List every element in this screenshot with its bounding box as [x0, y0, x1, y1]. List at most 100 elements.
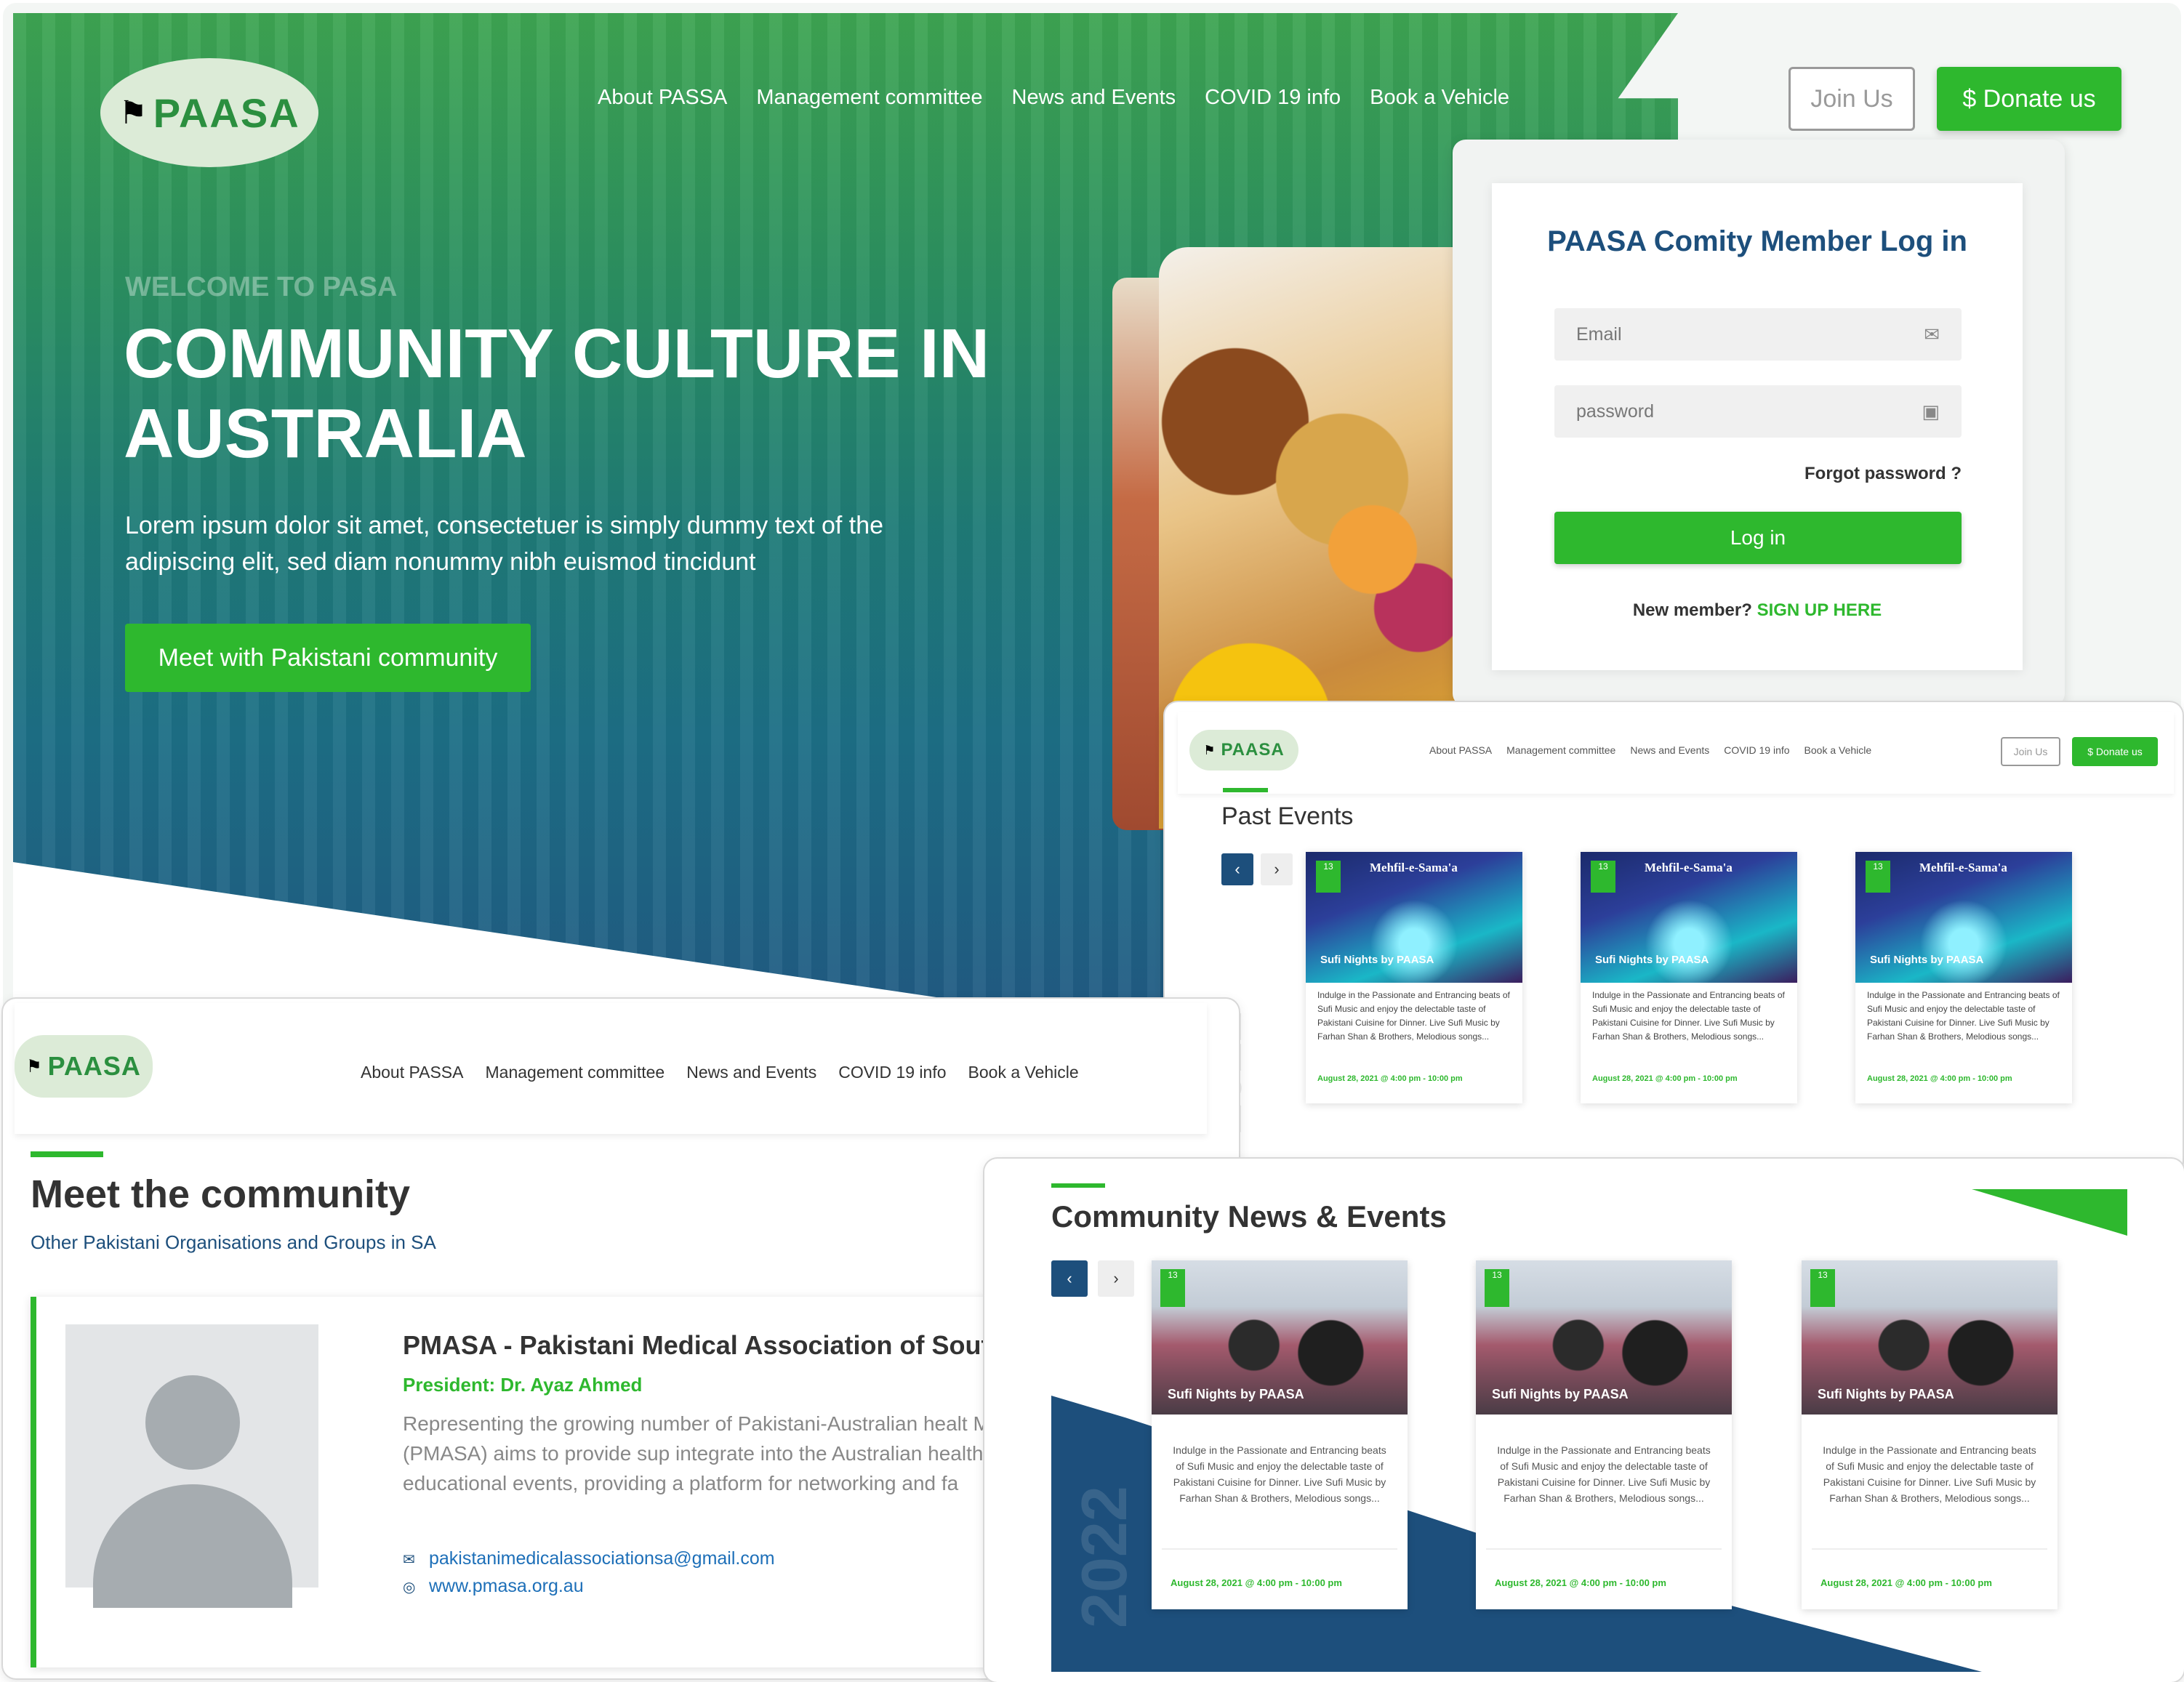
- news-description: Indulge in the Passionate and Entrancing…: [1173, 1444, 1386, 1504]
- login-title: PAASA Comity Member Log in: [1547, 225, 1967, 257]
- news-overlay-title: Sufi Nights by PAASA: [1492, 1387, 1629, 1401]
- news-card[interactable]: 13 Sufi Nights by PAASA Indulge in the P…: [1802, 1260, 2057, 1609]
- nav-about[interactable]: About PASSA: [361, 1063, 464, 1082]
- date-badge: 13: [1810, 1269, 1835, 1307]
- prev-arrow-button[interactable]: ‹: [1221, 853, 1253, 885]
- hero-logo[interactable]: ⚑ PAASA: [100, 58, 318, 167]
- nav-book-vehicle[interactable]: Book a Vehicle: [968, 1063, 1079, 1082]
- flags-icon: ⚑: [119, 94, 148, 131]
- globe-icon: ◎: [403, 1580, 416, 1596]
- join-us-button[interactable]: Join Us: [1788, 67, 1915, 131]
- password-field[interactable]: password ▣: [1554, 385, 1962, 438]
- news-card[interactable]: 13 Sufi Nights by PAASA Indulge in the P…: [1152, 1260, 1408, 1609]
- join-us-button[interactable]: Join Us: [2001, 737, 2060, 766]
- forgot-password-link[interactable]: Forgot password ?: [1554, 464, 1962, 484]
- event-image-title: Mehfil-e-Sama'a: [1645, 861, 1733, 874]
- meet-title: Meet the community: [31, 1172, 411, 1216]
- meet-subtitle: Other Pakistani Organisations and Groups…: [31, 1231, 436, 1253]
- login-button[interactable]: Log in: [1554, 512, 1962, 564]
- hero-nav: About PASSA Management committee News an…: [598, 86, 1509, 110]
- news-date: August 28, 2021 @ 4:00 pm - 10:00 pm: [1171, 1577, 1342, 1588]
- section-accent: [1051, 1183, 1105, 1188]
- news-title: Community News & Events: [1051, 1199, 1447, 1234]
- nav-management[interactable]: Management committee: [1506, 744, 1615, 756]
- org-email[interactable]: ✉ pakistanimedicalassociationsa@gmail.com: [403, 1548, 775, 1569]
- meet-logo[interactable]: ⚑ PAASA: [15, 1035, 153, 1098]
- news-description: Indulge in the Passionate and Entrancing…: [1823, 1444, 2036, 1504]
- event-description: Indulge in the Passionate and Entrancing…: [1867, 990, 2060, 1042]
- donate-button[interactable]: $ Donate us: [1937, 67, 2121, 131]
- org-website[interactable]: ◎ www.pmasa.org.au: [403, 1576, 584, 1597]
- avatar-head-icon: [145, 1375, 240, 1470]
- event-image-title: Mehfil-e-Sama'a: [1370, 861, 1458, 874]
- divider: [1162, 1548, 1397, 1550]
- nav-news-events[interactable]: News and Events: [1012, 86, 1176, 110]
- flags-icon: ⚑: [26, 1056, 42, 1077]
- event-date: August 28, 2021 @ 4:00 pm - 10:00 pm: [1867, 1074, 2012, 1083]
- past-events-logo[interactable]: ⚑ PAASA: [1189, 730, 1298, 770]
- logo-text: PAASA: [153, 89, 300, 136]
- event-date: August 28, 2021 @ 4:00 pm - 10:00 pm: [1592, 1074, 1738, 1083]
- mail-icon: ✉: [1924, 323, 1940, 345]
- new-member-label: New member?: [1632, 600, 1752, 620]
- email-field[interactable]: Email ✉: [1554, 308, 1962, 361]
- divider: [1812, 1548, 2047, 1550]
- signup-link[interactable]: SIGN UP HERE: [1757, 600, 1882, 620]
- nav-book-vehicle[interactable]: Book a Vehicle: [1804, 744, 1872, 756]
- news-overlay-title: Sufi Nights by PAASA: [1168, 1387, 1304, 1401]
- nav-covid[interactable]: COVID 19 info: [1724, 744, 1789, 756]
- hero-welcome: WELCOME TO PASA: [125, 272, 398, 302]
- meet-nav: About PASSA Management committee News an…: [361, 1063, 1079, 1082]
- nav-management[interactable]: Management committee: [486, 1063, 665, 1082]
- next-arrow-button[interactable]: ›: [1261, 853, 1293, 885]
- event-card[interactable]: 13 Mehfil-e-Sama'a Sufi Nights by PAASA …: [1306, 852, 1522, 1103]
- nav-book-vehicle[interactable]: Book a Vehicle: [1370, 86, 1509, 110]
- event-overlay-title: Sufi Nights by PAASA: [1870, 954, 1984, 966]
- prev-arrow-button[interactable]: ‹: [1051, 1260, 1088, 1297]
- event-description: Indulge in the Passionate and Entrancing…: [1592, 990, 1785, 1042]
- donate-button[interactable]: $ Donate us: [2072, 737, 2158, 766]
- password-placeholder: password: [1576, 401, 1654, 422]
- org-name: PMASA - Pakistani Medical Association of…: [403, 1330, 1032, 1360]
- event-overlay-title: Sufi Nights by PAASA: [1320, 954, 1434, 966]
- date-badge: 13: [1485, 1269, 1509, 1307]
- logo-text: PAASA: [47, 1051, 141, 1081]
- org-president: President: Dr. Ayaz Ahmed: [403, 1374, 643, 1396]
- org-website-link[interactable]: www.pmasa.org.au: [429, 1576, 584, 1596]
- date-badge: 13: [1591, 861, 1615, 893]
- nav-news-events[interactable]: News and Events: [1630, 744, 1709, 756]
- nav-news-events[interactable]: News and Events: [686, 1063, 816, 1082]
- event-image-title: Mehfil-e-Sama'a: [1919, 861, 2007, 874]
- hero-title: COMMUNITY CULTURE IN AUSTRALIA: [124, 315, 990, 472]
- new-member-text: New member? SIGN UP HERE: [1492, 600, 2023, 621]
- news-date: August 28, 2021 @ 4:00 pm - 10:00 pm: [1495, 1577, 1666, 1588]
- next-arrow-button[interactable]: ›: [1098, 1260, 1134, 1297]
- date-badge: 13: [1316, 861, 1341, 893]
- event-description: Indulge in the Passionate and Entrancing…: [1317, 990, 1510, 1042]
- event-card[interactable]: 13 Mehfil-e-Sama'a Sufi Nights by PAASA …: [1855, 852, 2072, 1103]
- divider: [1486, 1548, 1722, 1550]
- hero-description: Lorem ipsum dolor sit amet, consectetuer…: [125, 512, 884, 576]
- nav-covid[interactable]: COVID 19 info: [838, 1063, 946, 1082]
- section-accent: [1223, 788, 1268, 792]
- year-watermark: 2022: [1068, 1486, 1140, 1628]
- past-events-nav: About PASSA Management committee News an…: [1429, 744, 1871, 756]
- logo-text: PAASA: [1221, 740, 1285, 760]
- date-badge: 13: [1160, 1269, 1185, 1307]
- news-date: August 28, 2021 @ 4:00 pm - 10:00 pm: [1820, 1577, 1992, 1588]
- org-email-link[interactable]: pakistanimedicalassociationsa@gmail.com: [429, 1548, 775, 1569]
- nav-management[interactable]: Management committee: [756, 86, 982, 110]
- event-card[interactable]: 13 Mehfil-e-Sama'a Sufi Nights by PAASA …: [1581, 852, 1797, 1103]
- news-overlay-title: Sufi Nights by PAASA: [1818, 1387, 1954, 1401]
- nav-covid[interactable]: COVID 19 info: [1205, 86, 1341, 110]
- meet-community-button[interactable]: Meet with Pakistani community: [125, 624, 531, 692]
- email-placeholder: Email: [1576, 323, 1622, 345]
- nav-about[interactable]: About PASSA: [598, 86, 727, 110]
- flags-icon: ⚑: [1203, 742, 1216, 757]
- nav-about[interactable]: About PASSA: [1429, 744, 1492, 756]
- news-card[interactable]: 13 Sufi Nights by PAASA Indulge in the P…: [1476, 1260, 1732, 1609]
- lock-icon: ▣: [1922, 400, 1940, 422]
- date-badge: 13: [1866, 861, 1890, 893]
- section-accent: [31, 1151, 103, 1157]
- event-date: August 28, 2021 @ 4:00 pm - 10:00 pm: [1317, 1074, 1463, 1083]
